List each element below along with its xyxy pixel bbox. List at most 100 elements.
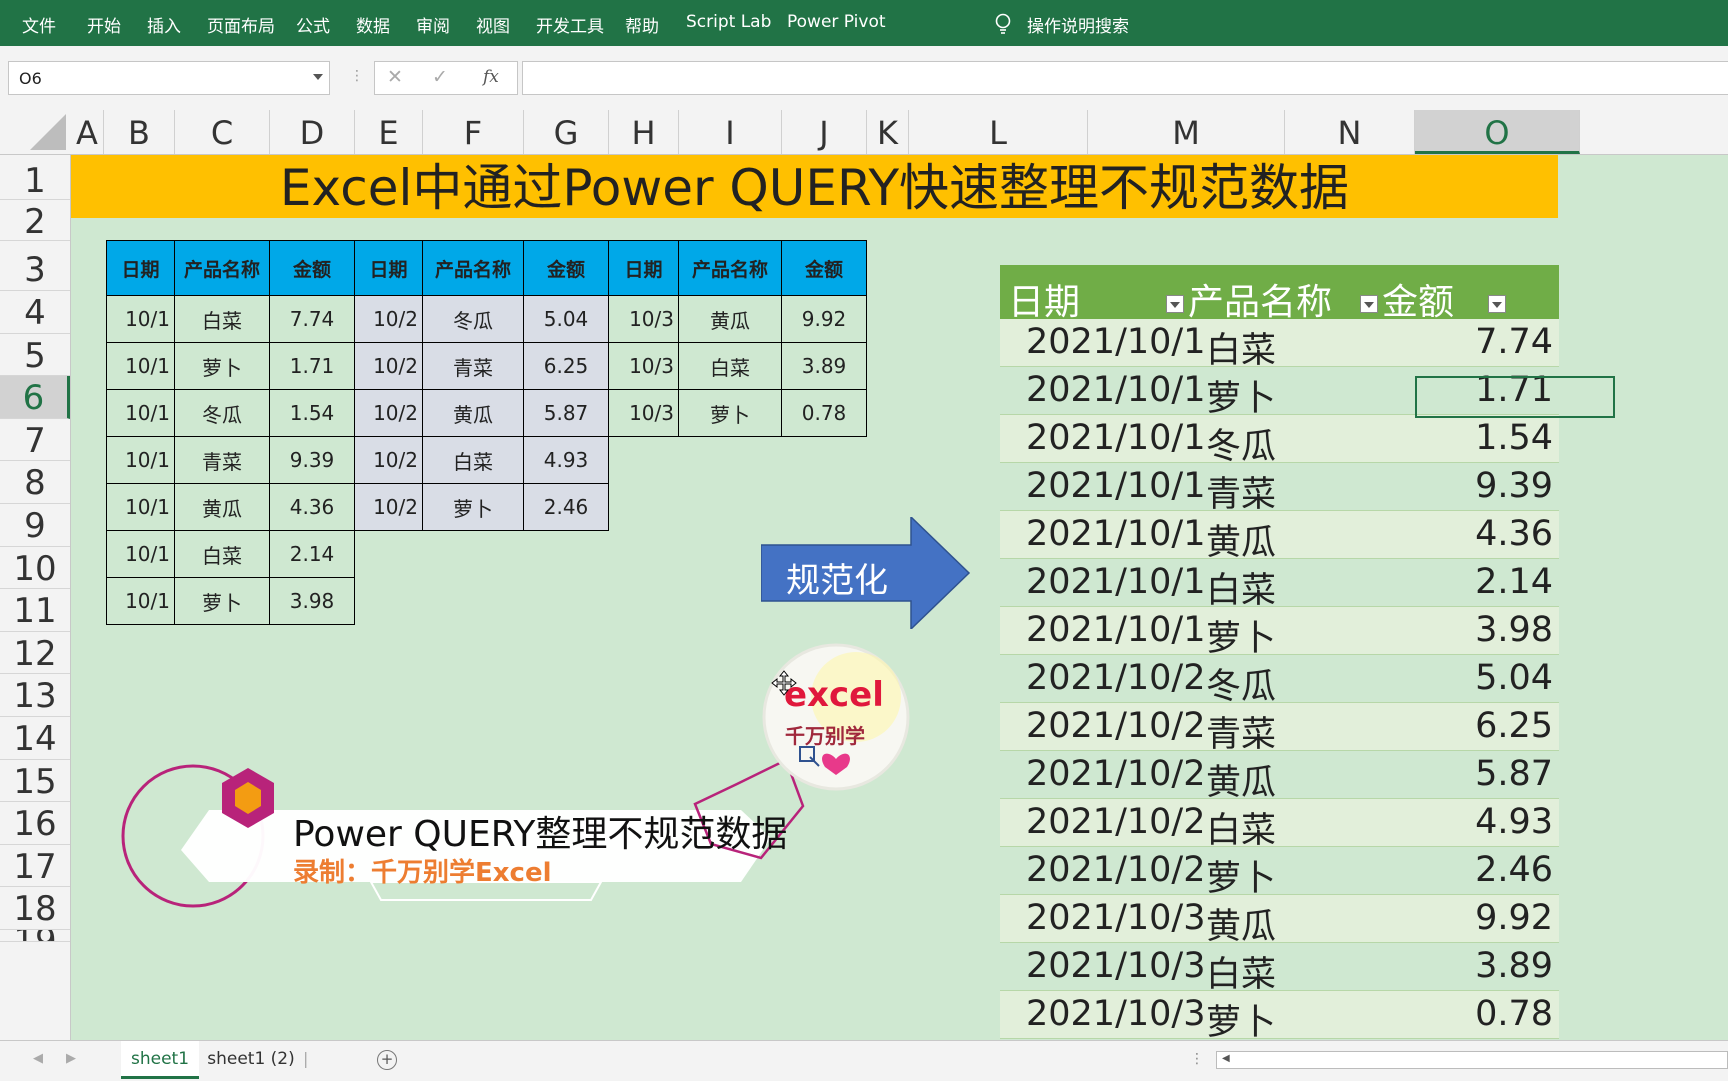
table-row[interactable]: 2021/10/2 黄瓜 5.87 (1000, 751, 1559, 803)
table-row[interactable]: 2021/10/2 青菜 6.25 (1000, 703, 1559, 755)
cell[interactable]: 10/3 (608, 295, 679, 343)
col-header-b[interactable]: B (104, 110, 175, 154)
col-header-d[interactable]: D (270, 110, 355, 154)
scrollbar-grip[interactable]: ⋮ (1190, 1051, 1204, 1067)
filter-dropdown-icon[interactable] (1360, 295, 1378, 313)
table-row[interactable]: 2021/10/1 青菜 9.39 (1000, 463, 1559, 515)
row-header-16[interactable]: 16 (0, 802, 70, 845)
formula-bar-grip[interactable]: ⋮ (350, 68, 364, 84)
header-amount[interactable]: 金额 (1382, 273, 1454, 325)
cell[interactable]: 黄瓜 (174, 483, 270, 531)
menu-review[interactable]: 审阅 (416, 12, 450, 37)
col-header-f[interactable]: F (423, 110, 524, 154)
cell[interactable]: 萝卜 (678, 389, 782, 437)
cell[interactable]: 3.89 (781, 342, 867, 390)
col-header-o[interactable]: O (1415, 110, 1580, 154)
cell[interactable]: 5.87 (523, 389, 609, 437)
cell[interactable]: 青菜 (174, 436, 270, 484)
row-header-14[interactable]: 14 (0, 717, 70, 760)
col-header-k[interactable]: K (867, 110, 909, 154)
prev-sheet-icon[interactable]: ◀ (33, 1051, 43, 1066)
menu-help[interactable]: 帮助 (625, 12, 659, 37)
row-header-10[interactable]: 10 (0, 547, 70, 590)
filter-dropdown-icon[interactable] (1166, 295, 1184, 313)
col-header-c[interactable]: C (175, 110, 270, 154)
cell[interactable]: 白菜 (174, 530, 270, 578)
menu-data[interactable]: 数据 (356, 12, 390, 37)
empty-cell[interactable] (609, 437, 867, 484)
sheet-tab-sheet1-2[interactable]: sheet1 (2) (206, 1041, 296, 1079)
cell[interactable]: 黄瓜 (678, 295, 782, 343)
col-header-h[interactable]: H (609, 110, 679, 154)
scroll-left-icon[interactable]: ◀ (1222, 1053, 1230, 1064)
menu-developer[interactable]: 开发工具 (536, 12, 604, 37)
menu-home[interactable]: 开始 (87, 12, 121, 37)
cell[interactable]: 萝卜 (174, 577, 270, 625)
row-header-6[interactable]: 6 (0, 376, 70, 419)
row-header-2[interactable]: 2 (0, 200, 70, 242)
cancel-icon[interactable]: ✕ (387, 66, 403, 88)
next-sheet-icon[interactable]: ▶ (66, 1051, 76, 1066)
row-header-12[interactable]: 12 (0, 632, 70, 675)
header-date[interactable]: 日期 (354, 240, 423, 296)
row-header-8[interactable]: 8 (0, 461, 70, 504)
cell[interactable]: 萝卜 (422, 483, 524, 531)
cell[interactable]: 10/1 (106, 530, 175, 578)
resize-handle-icon[interactable] (798, 745, 820, 767)
sheet-tab-sheet1[interactable]: sheet1 (121, 1041, 199, 1079)
name-box[interactable]: O6 (8, 61, 330, 95)
menu-formulas[interactable]: 公式 (296, 12, 330, 37)
source-table[interactable]: 日期 产品名称 金额 日期 产品名称 金额 日期 产品名称 金额 10/1 白菜 7… (106, 240, 867, 625)
row-header-4[interactable]: 4 (0, 291, 70, 334)
cell[interactable]: 10/1 (106, 389, 175, 437)
cell[interactable]: 10/1 (106, 436, 175, 484)
col-header-e[interactable]: E (355, 110, 423, 154)
cell[interactable]: 10/1 (106, 295, 175, 343)
select-all-corner[interactable] (30, 114, 66, 150)
header-product[interactable]: 产品名称 (174, 240, 270, 296)
cell[interactable]: 10/1 (106, 483, 175, 531)
cell[interactable]: 10/2 (354, 483, 423, 531)
col-header-m[interactable]: M (1088, 110, 1285, 154)
cell[interactable]: 10/1 (106, 577, 175, 625)
cell[interactable]: 青菜 (422, 342, 524, 390)
table-row[interactable]: 2021/10/2 萝卜 2.46 (1000, 847, 1559, 899)
chevron-down-icon[interactable] (313, 74, 323, 80)
header-amount[interactable]: 金额 (523, 240, 609, 296)
cell[interactable]: 9.92 (781, 295, 867, 343)
header-date[interactable]: 日期 (106, 240, 175, 296)
header-date[interactable]: 日期 (1008, 273, 1080, 325)
table-row[interactable]: 2021/10/2 冬瓜 5.04 (1000, 655, 1559, 707)
row-header-19[interactable]: 19 (0, 930, 70, 942)
cell[interactable]: 9.39 (269, 436, 355, 484)
row-header-15[interactable]: 15 (0, 760, 70, 803)
cell[interactable]: 白菜 (422, 436, 524, 484)
row-header-1[interactable]: 1 (0, 155, 70, 201)
filter-dropdown-icon[interactable] (1488, 295, 1506, 313)
menu-insert[interactable]: 插入 (147, 12, 181, 37)
sheet-title-banner[interactable]: Excel中通过Power QUERY快速整理不规范数据 (71, 155, 1558, 218)
cell[interactable]: 冬瓜 (174, 389, 270, 437)
header-product[interactable]: 产品名称 (422, 240, 524, 296)
table-row[interactable]: 2021/10/1 黄瓜 4.36 (1000, 511, 1559, 563)
cell[interactable]: 3.98 (269, 577, 355, 625)
menu-file[interactable]: 文件 (22, 12, 56, 37)
cell[interactable]: 10/3 (608, 342, 679, 390)
table-row[interactable]: 2021/10/2 白菜 4.93 (1000, 799, 1559, 851)
row-header-18[interactable]: 18 (0, 887, 70, 930)
row-header-7[interactable]: 7 (0, 419, 70, 462)
menu-power-pivot[interactable]: Power Pivot (787, 12, 886, 32)
cell[interactable]: 10/2 (354, 295, 423, 343)
insert-function-icon[interactable]: fx (483, 67, 499, 87)
cell[interactable]: 4.93 (523, 436, 609, 484)
header-amount[interactable]: 金额 (781, 240, 867, 296)
col-header-n[interactable]: N (1285, 110, 1415, 154)
add-sheet-icon[interactable]: + (377, 1050, 397, 1070)
cell[interactable]: 7.74 (269, 295, 355, 343)
horizontal-scrollbar[interactable]: ◀ (1216, 1051, 1728, 1069)
col-header-i[interactable]: I (679, 110, 782, 154)
col-header-j[interactable]: J (782, 110, 867, 154)
selected-cell-o6[interactable] (1415, 376, 1615, 418)
header-product[interactable]: 产品名称 (678, 240, 782, 296)
menu-script-lab[interactable]: Script Lab (686, 12, 771, 32)
